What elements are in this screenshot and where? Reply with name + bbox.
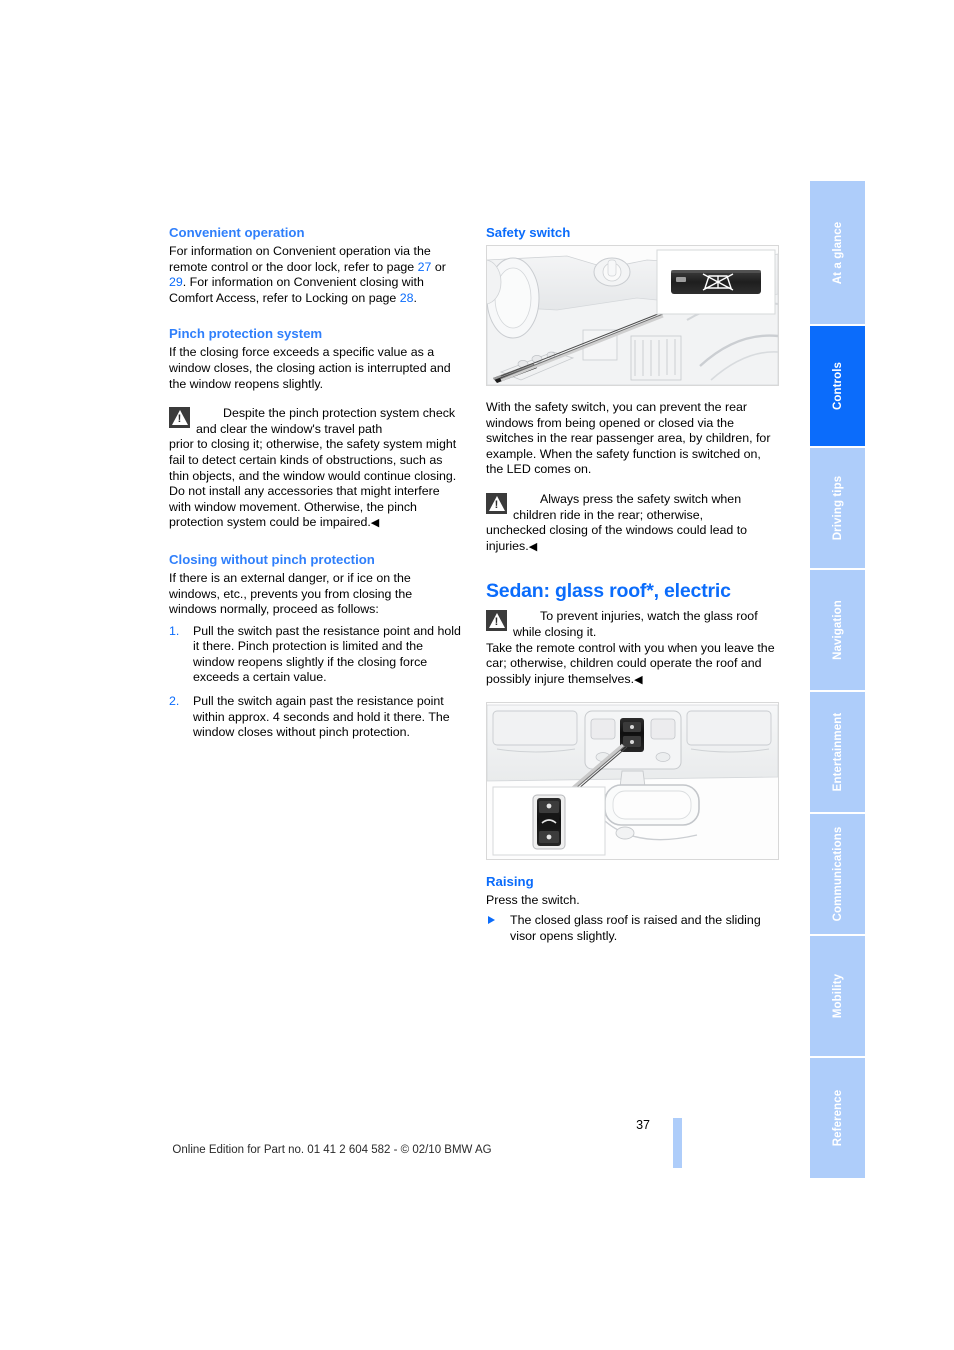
page-ref-28[interactable]: 28 bbox=[400, 291, 414, 305]
page-title-glass-roof: Sedan: glass roof*, electric bbox=[486, 580, 731, 603]
warning-note-safety-switch: Always press the safety switch when chil… bbox=[486, 492, 779, 555]
warning-body-text: prior to closing it; otherwise, the safe… bbox=[169, 437, 457, 483]
heading-pinch-protection-system: Pinch protection system bbox=[169, 326, 323, 342]
warning-lead-text: To prevent injuries, watch the glass roo… bbox=[513, 609, 758, 639]
result-list-raising: The closed glass roof is raised and the … bbox=[486, 913, 779, 944]
list-item: 2. Pull the switch again past the resist… bbox=[169, 694, 462, 741]
warning-note-glass-roof: To prevent injuries, watch the glass roo… bbox=[486, 609, 779, 688]
manual-page: At a glance Controls Driving tips Naviga… bbox=[0, 0, 954, 1350]
result-triangle-icon bbox=[488, 915, 495, 924]
end-of-note-marker: ◀ bbox=[634, 673, 643, 686]
paragraph-convenient-operation: For information on Convenient operation … bbox=[169, 244, 462, 306]
text-run: For information on Convenient operation … bbox=[169, 244, 431, 274]
footer-edition-text: Online Edition for Part no. 01 41 2 604 … bbox=[172, 1144, 492, 1156]
sidebar-item-driving-tips[interactable]: Driving tips bbox=[810, 448, 865, 568]
sidebar-item-label: Driving tips bbox=[831, 475, 844, 541]
end-of-note-marker: ◀ bbox=[528, 540, 538, 553]
warning-body-text: unchecked closing of the windows could l… bbox=[486, 523, 779, 555]
paragraph-closing-without-intro: If there is an external danger, or if ic… bbox=[169, 570, 413, 617]
step-text: Pull the switch past the resistance poin… bbox=[193, 623, 461, 685]
glass-roof-switch-illustration bbox=[486, 702, 779, 861]
sidebar-item-label: Reference bbox=[831, 1089, 844, 1147]
text-run: unchecked closing of the windows could l… bbox=[486, 523, 748, 553]
sidebar-item-controls[interactable]: Controls bbox=[810, 326, 865, 446]
sidebar-item-navigation[interactable]: Navigation bbox=[810, 570, 865, 690]
safety-switch-drawing bbox=[487, 246, 778, 385]
heading-convenient-operation: Convenient operation bbox=[169, 225, 305, 240]
warning-note-pinch-protection: Despite the pinch protection system chec… bbox=[169, 406, 462, 532]
page-number: 37 bbox=[636, 1118, 650, 1132]
sidebar-item-label: Entertainment bbox=[831, 712, 844, 792]
sidebar-item-communications[interactable]: Communications bbox=[810, 814, 865, 934]
sidebar-item-label: Controls bbox=[831, 361, 844, 411]
warning-body-text-2: Do not install any accessories that migh… bbox=[169, 484, 462, 532]
list-item: The closed glass roof is raised and the … bbox=[486, 913, 779, 944]
sidebar-item-label: Mobility bbox=[831, 973, 844, 1019]
sidebar-item-at-a-glance[interactable]: At a glance bbox=[810, 181, 865, 324]
step-number: 1. bbox=[169, 623, 180, 638]
heading-safety-switch: Safety switch bbox=[486, 225, 571, 240]
sidebar-item-reference[interactable]: Reference bbox=[810, 1058, 865, 1178]
text-run: . For information on Convenient closing … bbox=[169, 275, 424, 305]
step-text: Pull the switch again past the resistanc… bbox=[193, 694, 450, 740]
list-item: 1. Pull the switch past the resistance p… bbox=[169, 624, 462, 686]
sidebar-item-mobility[interactable]: Mobility bbox=[810, 936, 865, 1056]
text-run: Do not install any accessories that migh… bbox=[169, 484, 440, 530]
left-text-column: Convenient operation For information on … bbox=[169, 225, 462, 749]
step-list-closing-without: 1. Pull the switch past the resistance p… bbox=[169, 624, 462, 741]
paragraph-safety-switch: With the safety switch, you can prevent … bbox=[486, 400, 771, 477]
warning-triangle-icon bbox=[486, 610, 507, 632]
warning-body-text: Take the remote control with you when yo… bbox=[486, 641, 779, 689]
text-run: or bbox=[431, 259, 446, 274]
heading-closing-without-pinch-protection: Closing without pinch protection bbox=[169, 551, 375, 567]
paragraph-raising-instruction: Press the switch. bbox=[486, 893, 580, 908]
sidebar-item-label: At a glance bbox=[831, 221, 844, 284]
warning-lead-text: Despite the pinch protection system chec… bbox=[196, 406, 456, 436]
warning-triangle-icon bbox=[169, 407, 190, 429]
text-run: . bbox=[413, 290, 417, 305]
page-ref-27[interactable]: 27 bbox=[418, 260, 432, 274]
sidebar-item-label: Communications bbox=[831, 826, 844, 922]
warning-triangle-icon bbox=[486, 492, 507, 514]
text-run: Take the remote control with you when yo… bbox=[486, 640, 775, 686]
glass-roof-switch-drawing bbox=[487, 703, 778, 860]
warning-lead-text: Always press the safety switch when chil… bbox=[513, 491, 742, 522]
heading-raising: Raising bbox=[486, 874, 534, 890]
sidebar-item-label: Navigation bbox=[831, 600, 844, 660]
chapter-tab-strip: At a glance Controls Driving tips Naviga… bbox=[810, 181, 865, 1178]
safety-switch-illustration bbox=[486, 245, 779, 386]
page-ref-29[interactable]: 29 bbox=[169, 275, 183, 289]
footer-accent-bar bbox=[673, 1118, 682, 1168]
step-number: 2. bbox=[169, 694, 180, 709]
sidebar-item-entertainment[interactable]: Entertainment bbox=[810, 692, 865, 812]
end-of-note-marker: ◀ bbox=[370, 517, 380, 530]
paragraph-pinch-protection-intro: If the closing force exceeds a specific … bbox=[169, 345, 451, 391]
right-text-column: Safety switch With the safety switch, yo… bbox=[486, 225, 779, 944]
result-text: The closed glass roof is raised and the … bbox=[510, 912, 761, 943]
